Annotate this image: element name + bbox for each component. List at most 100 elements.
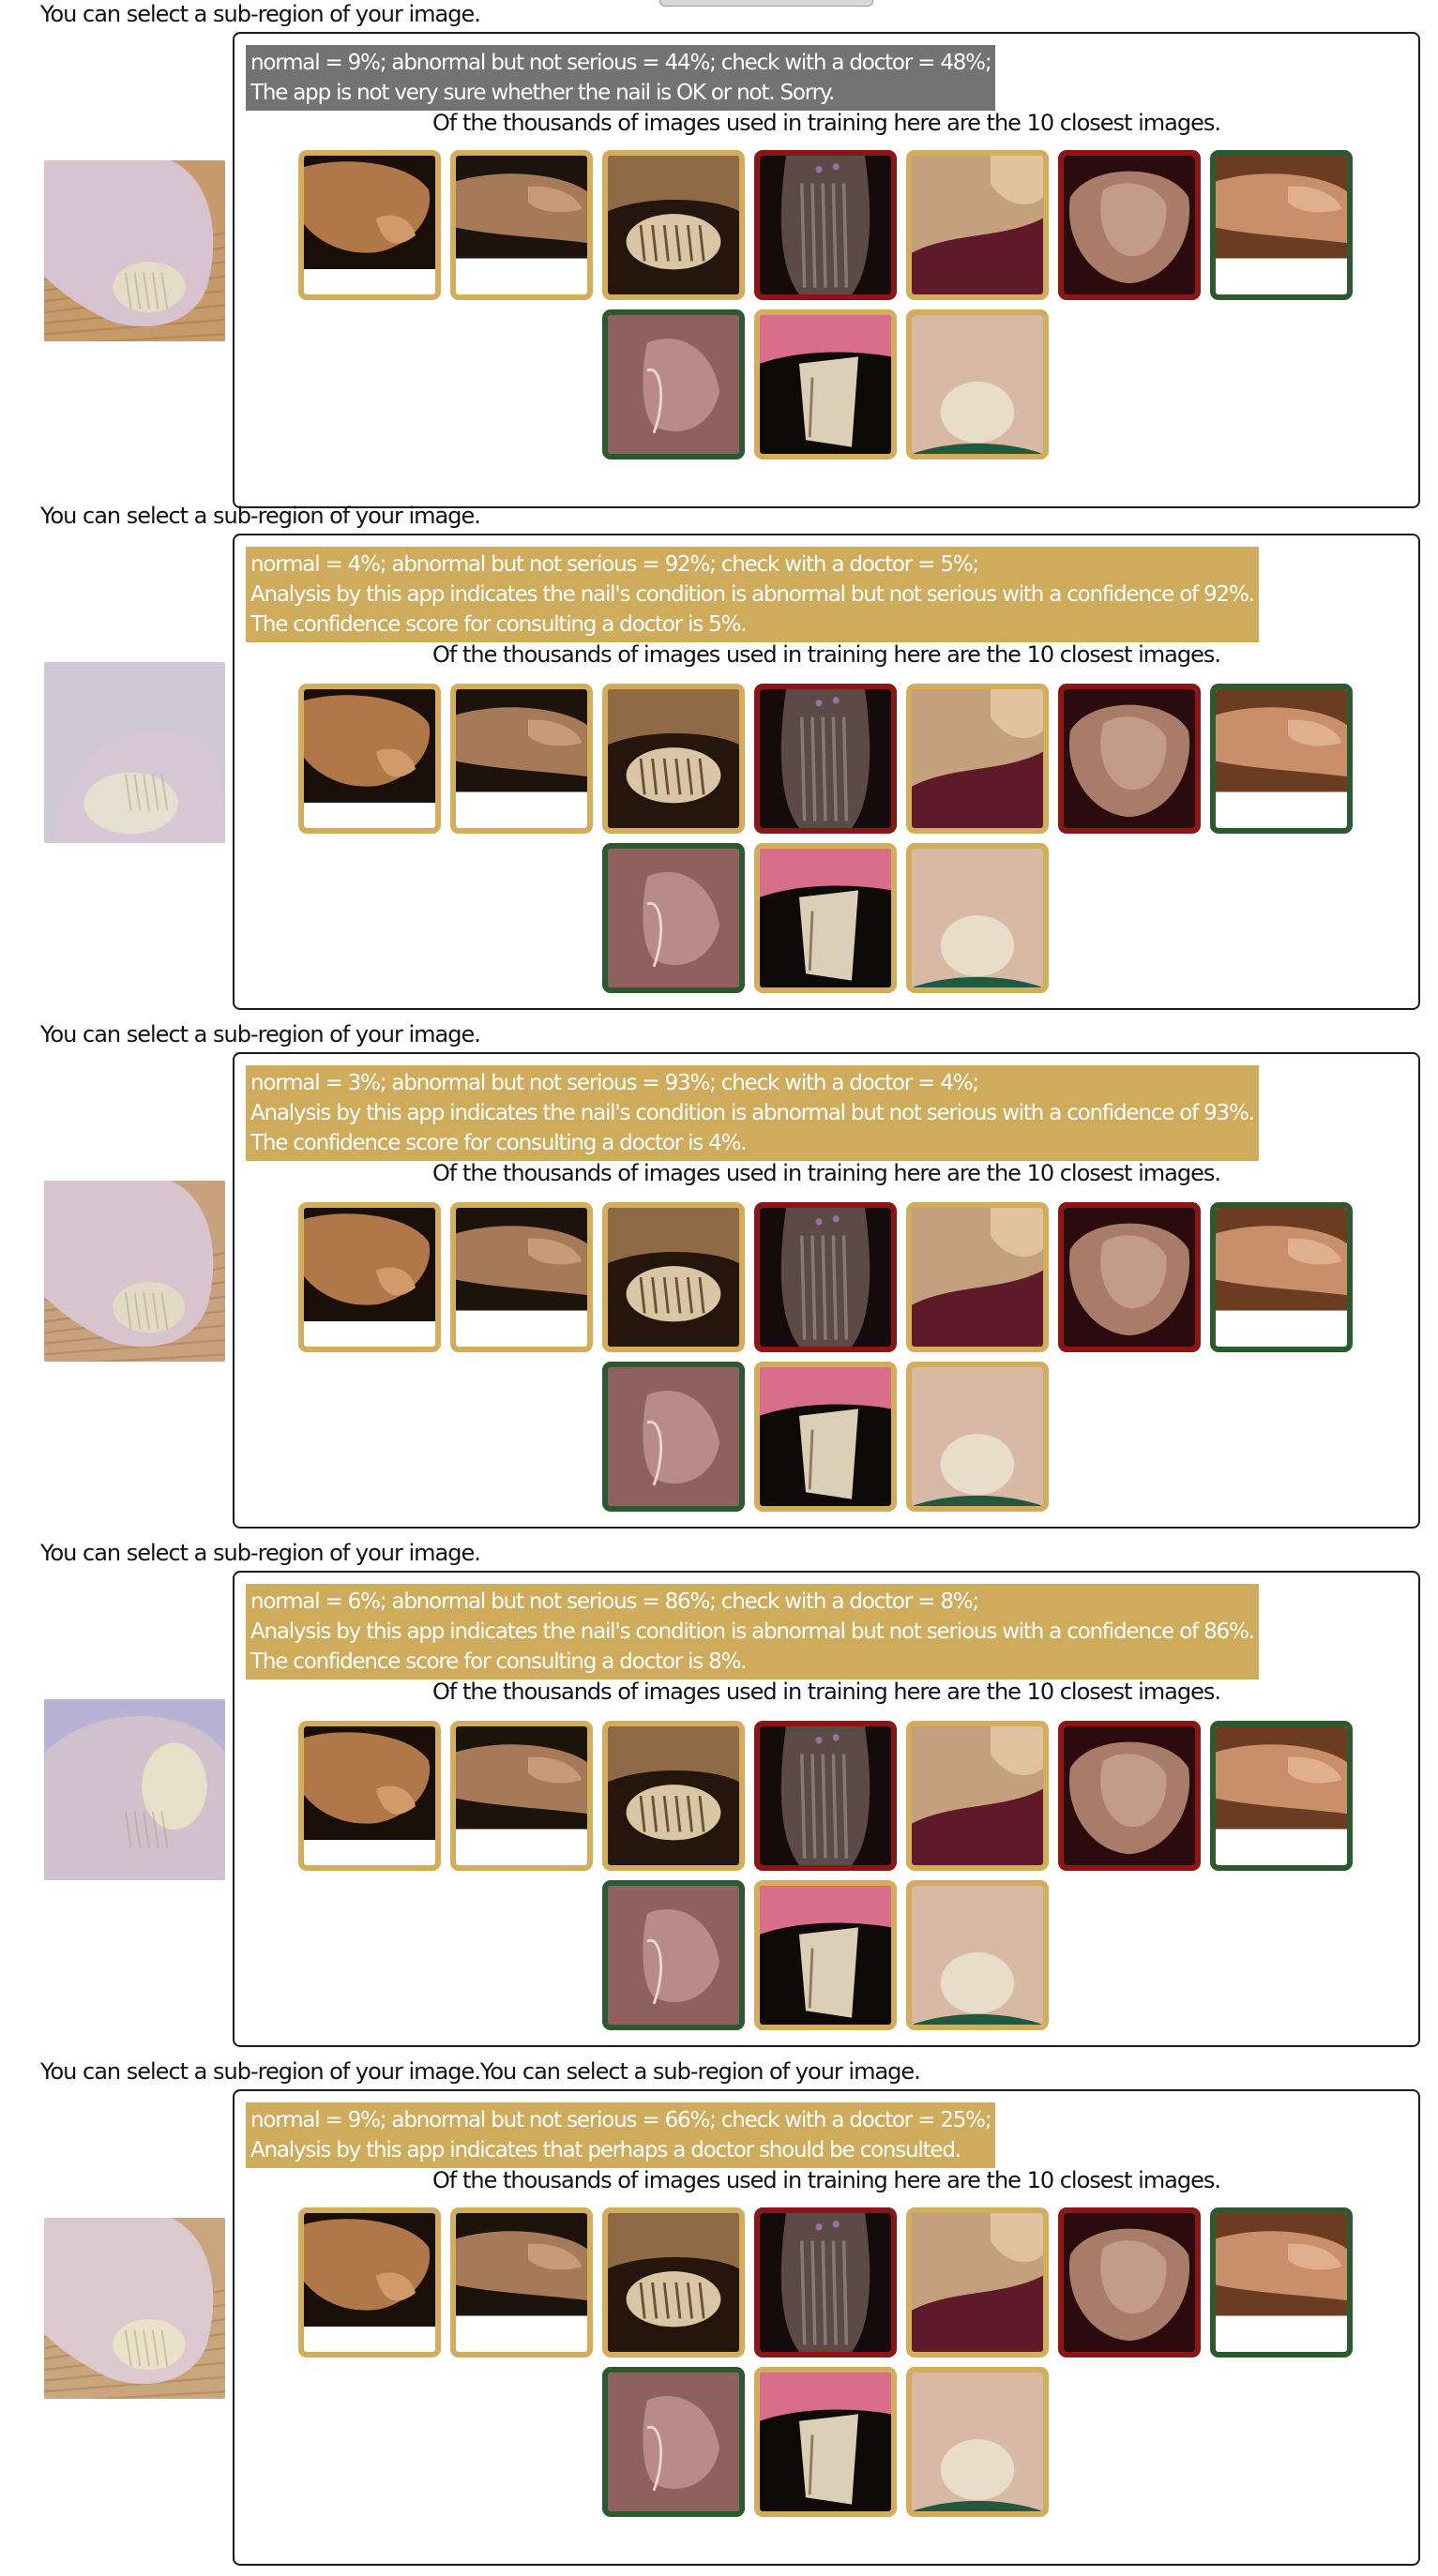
closest-image-finger-side-dark[interactable] [450, 1721, 593, 1871]
closest-image-toe-nail-crumbly[interactable] [602, 1721, 745, 1871]
closest-image-finger-pink-closeup[interactable] [602, 2367, 745, 2517]
closest-image-fingernail-tan[interactable] [1210, 150, 1353, 300]
nail-photo [912, 849, 1043, 987]
nail-photo [912, 1208, 1043, 1347]
nail-photo [760, 1726, 891, 1865]
closest-image-finger-pink-closeup[interactable] [602, 843, 745, 993]
closest-image-nail-dark-streaked[interactable] [754, 684, 897, 834]
closest-image-knuckles-red-fabric[interactable] [906, 684, 1049, 834]
select-subregion-hint: You can select a sub-region of your imag… [40, 1021, 481, 1047]
closest-image-finger-side-dark[interactable] [450, 1202, 593, 1352]
closest-image-nail-lifted-red[interactable] [754, 1362, 897, 1512]
closest-image-toe-nail-yellowed[interactable] [298, 1721, 441, 1871]
nail-photo [608, 1886, 739, 2025]
closest-image-thumbnail-dark[interactable] [1058, 2207, 1201, 2358]
closest-image-thumbnail-dark[interactable] [1058, 150, 1201, 300]
nail-photo [760, 315, 891, 454]
closest-image-toe-nail-crumbly[interactable] [602, 150, 745, 300]
closest-image-fingernail-tan[interactable] [1210, 684, 1353, 834]
nail-photo [608, 1367, 739, 1506]
closest-image-toe-nail-crumbly[interactable] [602, 684, 745, 834]
select-subregion-hint: You can select a sub-region of your imag… [40, 1, 481, 27]
nail-photo [456, 1208, 587, 1311]
nail-photo [304, 1208, 435, 1322]
nail-photo [760, 2373, 891, 2511]
closest-image-nail-lifted-red[interactable] [754, 309, 897, 459]
nail-photo [760, 689, 891, 828]
nail-photo [912, 315, 1043, 454]
closest-image-fingernail-tan[interactable] [1210, 1202, 1353, 1352]
closest-image-toe-nail-yellowed[interactable] [298, 2207, 441, 2358]
nail-photo [1064, 1726, 1195, 1865]
nail-photo [608, 689, 739, 828]
closest-image-finger-pink-closeup[interactable] [602, 1362, 745, 1512]
closest-image-toenail-pale-green-bg[interactable] [906, 1880, 1049, 2030]
closest-images-caption: Of the thousands of images used in train… [432, 1160, 1221, 1186]
nail-photo [456, 1726, 587, 1830]
uploaded-nail-image[interactable] [44, 1181, 225, 1362]
select-subregion-hint: You can select a sub-region of your imag… [40, 503, 481, 529]
result-section: You can select a sub-region of your imag… [0, 1539, 1438, 2057]
closest-image-toe-nail-yellowed[interactable] [298, 1202, 441, 1352]
closest-image-nail-lifted-red[interactable] [754, 1880, 897, 2030]
nail-photo [760, 156, 891, 294]
nail-photo [760, 1208, 891, 1347]
closest-image-thumbnail-dark[interactable] [1058, 1202, 1201, 1352]
closest-image-nail-dark-streaked[interactable] [754, 2207, 897, 2358]
closest-image-toenail-pale-green-bg[interactable] [906, 2367, 1049, 2517]
verdict-text: Analysis by this app indicates the nail'… [250, 582, 1255, 607]
nail-photo [608, 2373, 739, 2511]
closest-image-knuckles-red-fabric[interactable] [906, 2207, 1049, 2358]
closest-image-toenail-pale-green-bg[interactable] [906, 843, 1049, 993]
result-section: You can select a sub-region of your imag… [0, 1020, 1438, 1539]
verdict-text: The confidence score for consulting a do… [250, 1131, 748, 1155]
closest-image-finger-side-dark[interactable] [450, 684, 593, 834]
nail-photo [912, 156, 1043, 294]
closest-image-fingernail-tan[interactable] [1210, 2207, 1353, 2358]
nail-photo [608, 1208, 739, 1347]
closest-image-nail-dark-streaked[interactable] [754, 1202, 897, 1352]
nail-photo [1064, 689, 1195, 828]
nail-photo [760, 849, 891, 987]
closest-image-toe-nail-crumbly[interactable] [602, 2207, 745, 2358]
closest-image-finger-side-dark[interactable] [450, 150, 593, 300]
verdict-banner: normal = 9%; abnormal but not serious = … [246, 45, 996, 111]
closest-image-nail-dark-streaked[interactable] [754, 150, 897, 300]
uploaded-nail-image[interactable] [44, 160, 225, 341]
closest-image-nail-lifted-red[interactable] [754, 2367, 897, 2517]
closest-image-finger-pink-closeup[interactable] [602, 1880, 745, 2030]
closest-images-caption: Of the thousands of images used in train… [432, 110, 1221, 136]
nail-photo [456, 689, 587, 792]
closest-image-toenail-pale-green-bg[interactable] [906, 309, 1049, 459]
nail-photo [912, 2373, 1043, 2511]
nail-photo [608, 2213, 739, 2352]
nail-photo [912, 1367, 1043, 1506]
closest-image-nail-dark-streaked[interactable] [754, 1721, 897, 1871]
closest-image-finger-side-dark[interactable] [450, 2207, 593, 2358]
uploaded-nail-image[interactable] [44, 662, 225, 843]
analysis-result-panel: normal = 9%; abnormal but not serious = … [233, 2089, 1420, 2566]
closest-image-knuckles-red-fabric[interactable] [906, 1721, 1049, 1871]
closest-image-toe-nail-crumbly[interactable] [602, 1202, 745, 1352]
uploaded-nail-image[interactable] [44, 1699, 225, 1880]
closest-image-knuckles-red-fabric[interactable] [906, 1202, 1049, 1352]
closest-image-nail-lifted-red[interactable] [754, 843, 897, 993]
closest-image-toe-nail-yellowed[interactable] [298, 150, 441, 300]
closest-image-fingernail-tan[interactable] [1210, 1721, 1353, 1871]
closest-image-knuckles-red-fabric[interactable] [906, 150, 1049, 300]
closest-image-thumbnail-dark[interactable] [1058, 1721, 1201, 1871]
closest-image-finger-pink-closeup[interactable] [602, 309, 745, 459]
uploaded-nail-image[interactable] [44, 2218, 225, 2399]
nail-photo [760, 1367, 891, 1506]
closest-image-toenail-pale-green-bg[interactable] [906, 1362, 1049, 1512]
analysis-result-panel: normal = 4%; abnormal but not serious = … [233, 534, 1420, 1010]
verdict-banner: normal = 3%; abnormal but not serious = … [246, 1065, 1259, 1161]
nail-photo [1216, 689, 1347, 792]
nail-photo [1216, 1208, 1347, 1311]
nail-photo [456, 2213, 587, 2316]
closest-image-thumbnail-dark[interactable] [1058, 684, 1201, 834]
result-section: You can select a sub-region of your imag… [0, 2057, 1438, 2576]
analysis-result-panel: normal = 3%; abnormal but not serious = … [233, 1052, 1420, 1529]
verdict-text: The confidence score for consulting a do… [250, 612, 748, 637]
closest-image-toe-nail-yellowed[interactable] [298, 684, 441, 834]
